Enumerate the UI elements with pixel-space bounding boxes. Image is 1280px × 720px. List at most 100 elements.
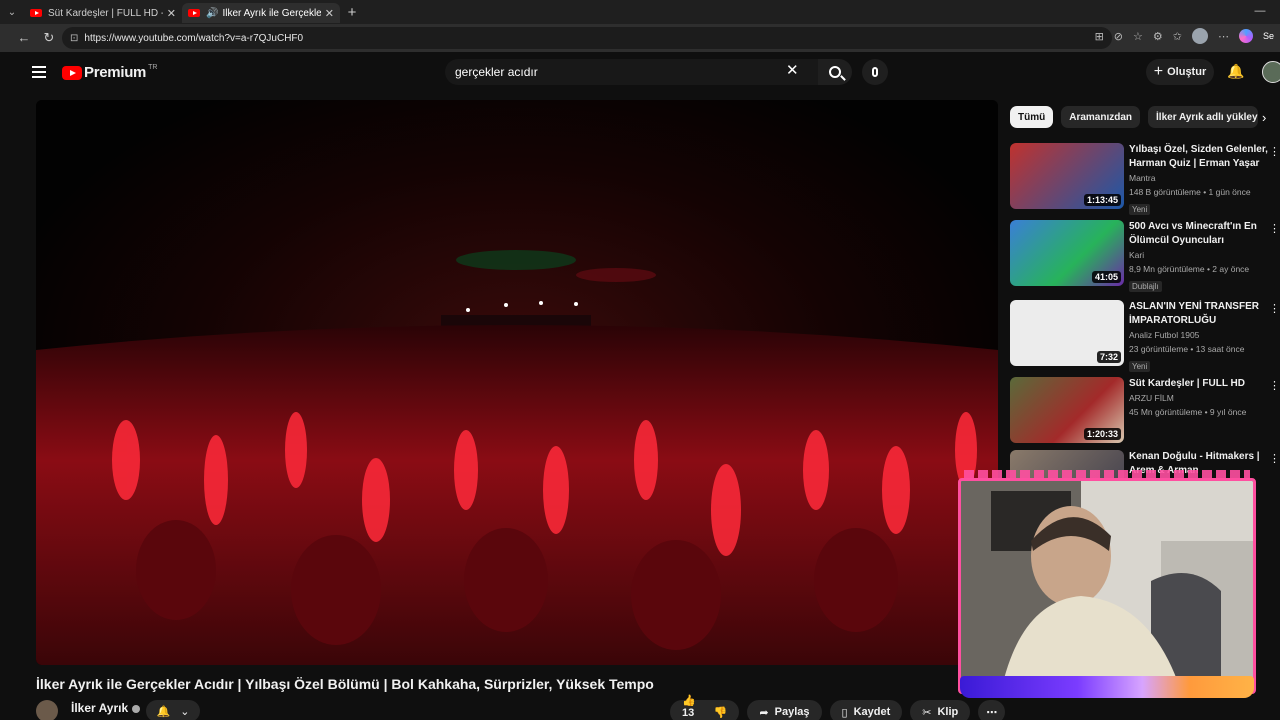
notifications-bell-icon[interactable]: 🔔	[1227, 63, 1244, 80]
video-thumbnail[interactable]: 7:32	[1010, 300, 1124, 366]
scissors-icon: ✂	[922, 706, 932, 719]
chip-all[interactable]: Tümü	[1010, 106, 1054, 128]
duration-badge: 41:05	[1091, 271, 1121, 283]
dislike-icon[interactable]: 👎	[714, 706, 728, 719]
more-vert-icon[interactable]: ⋮	[1269, 379, 1280, 392]
favorites-icon[interactable]: ✩	[1173, 30, 1182, 43]
tracking-prevention-icon[interactable]: ⊘	[1114, 30, 1123, 43]
rec-meta: 23 görüntüleme • 13 saat önce	[1129, 344, 1245, 354]
rec-info: 500 Avcı vs Minecraft'ın En Ölümcül Oyun…	[1129, 220, 1269, 294]
search-icon	[829, 66, 841, 78]
more-menu-icon[interactable]: ⋯	[1218, 30, 1229, 43]
list-item[interactable]: 1:13:45 Yılbaşı Özel, Sizden Gelenler, H…	[1010, 143, 1280, 215]
rec-channel[interactable]: Analiz Futbol 1905	[1129, 328, 1269, 342]
close-icon[interactable]: ✕	[167, 7, 176, 20]
new-tab-icon[interactable]: +	[340, 4, 364, 21]
rec-title[interactable]: ASLAN'IN YENİ TRANSFER İMPARATORLUĞU YIL…	[1129, 300, 1269, 328]
rec-info: Süt Kardeşler | FULL HD ARZU FİLM 45 Mn …	[1129, 377, 1269, 419]
save-button[interactable]: ▯ Kaydet	[829, 700, 903, 720]
minimize-icon[interactable]: —	[1240, 0, 1280, 24]
speaker-icon[interactable]: 🔊	[206, 8, 218, 19]
youtube-favicon-icon	[30, 9, 42, 17]
rec-channel[interactable]: Kari	[1129, 248, 1269, 262]
webcam-overlay	[954, 470, 1260, 702]
new-badge: Yeni	[1129, 204, 1151, 215]
more-vert-icon[interactable]: ⋮	[1269, 222, 1280, 235]
site-info-icon[interactable]: ⊡	[70, 33, 78, 44]
url-field[interactable]: ⊡ https://www.youtube.com/watch?v=a-r7QJ…	[62, 27, 1112, 49]
duration-badge: 7:32	[1096, 351, 1121, 363]
logo-region: TR	[148, 64, 158, 71]
youtube-premium-logo[interactable]: Premium TR	[62, 64, 157, 81]
webcam-image	[961, 481, 1253, 691]
duration-badge: 1:13:45	[1083, 194, 1121, 206]
voice-search-button[interactable]	[862, 59, 888, 85]
profile-avatar[interactable]	[1191, 28, 1208, 44]
search-input[interactable]: gerçekler acıdır	[445, 59, 818, 85]
like-button[interactable]: 👍 13 B	[682, 694, 696, 720]
channel-name[interactable]: İlker Ayrık	[71, 701, 141, 715]
rec-title[interactable]: Yılbaşı Özel, Sizden Gelenler, Harman Qu…	[1129, 143, 1269, 171]
video-thumbnail[interactable]: 41:05	[1010, 220, 1124, 286]
rec-title[interactable]: Süt Kardeşler | FULL HD	[1129, 377, 1269, 391]
more-vert-icon[interactable]: ⋮	[1269, 145, 1280, 158]
share-label: Paylaş	[774, 706, 810, 718]
copilot-label: Se	[1262, 31, 1274, 41]
rec-info: ASLAN'IN YENİ TRANSFER İMPARATORLUĞU YIL…	[1129, 300, 1269, 374]
browser-toolbar-icons: ⊞ ⊘ ☆ ⚙ ✩ ⋯ Se	[1095, 28, 1274, 44]
window-controls: —	[1240, 0, 1280, 24]
like-count: 13 B	[682, 706, 695, 720]
tab-title: İlker Ayrık ile Gerçekler Acıdır	[222, 7, 321, 19]
hamburger-menu-icon[interactable]	[32, 66, 46, 78]
favorite-star-icon[interactable]: ☆	[1133, 30, 1143, 43]
reload-icon[interactable]: ↻	[37, 30, 61, 46]
extensions-icon[interactable]: ⚙	[1153, 30, 1163, 43]
rec-meta: 148 B görüntüleme • 1 gün önce	[1129, 187, 1251, 197]
tab-list-chevron-icon[interactable]: ⌄	[0, 0, 24, 24]
create-button[interactable]: + Oluştur	[1146, 59, 1214, 85]
search-value: gerçekler acıdır	[455, 65, 538, 79]
logo-text: Premium	[84, 64, 147, 81]
rec-info: Yılbaşı Özel, Sizden Gelenler, Harman Qu…	[1129, 143, 1269, 217]
subscription-button[interactable]: 🔔 ⌄	[146, 700, 200, 720]
close-icon[interactable]: ✕	[325, 7, 334, 20]
tab-title: Süt Kardeşler | FULL HD - YouTube	[48, 7, 163, 19]
copilot-icon[interactable]	[1238, 29, 1253, 43]
list-item[interactable]: 7:32 ASLAN'IN YENİ TRANSFER İMPARATORLUĞ…	[1010, 300, 1280, 372]
search-button[interactable]	[818, 59, 852, 85]
share-icon: ➦	[759, 706, 769, 719]
rec-channel[interactable]: Mantra	[1129, 171, 1269, 185]
app-install-icon[interactable]: ⊞	[1095, 30, 1104, 43]
chevron-down-icon: ⌄	[180, 705, 190, 718]
chip-from-search[interactable]: Aramanızdan	[1061, 106, 1141, 128]
rec-title[interactable]: 500 Avcı vs Minecraft'ın En Ölümcül Oyun…	[1129, 220, 1269, 248]
channel-avatar[interactable]	[36, 700, 58, 720]
bookmark-icon: ▯	[841, 706, 848, 719]
youtube-header: Premium TR gerçekler acıdır ✕ + Oluştur …	[12, 52, 1280, 94]
channel-name-text: İlker Ayrık	[71, 701, 129, 715]
clear-search-icon[interactable]: ✕	[786, 63, 799, 78]
video-thumbnail[interactable]: 1:20:33	[1010, 377, 1124, 443]
more-vert-icon[interactable]: ⋮	[1269, 302, 1280, 315]
youtube-favicon-icon	[188, 9, 200, 17]
video-thumbnail[interactable]: 1:13:45	[1010, 143, 1124, 209]
chevron-right-icon[interactable]: ›	[1262, 110, 1266, 125]
tab-sut-kardesler[interactable]: Süt Kardeşler | FULL HD - YouTube ✕	[24, 3, 182, 23]
rec-channel[interactable]: ARZU FİLM	[1129, 391, 1269, 405]
video-player[interactable]	[36, 100, 998, 665]
share-button[interactable]: ➦ Paylaş	[747, 700, 822, 720]
filter-chips: Tümü Aramanızdan İlker Ayrık adlı yükley…	[1010, 106, 1259, 130]
back-icon[interactable]: ←	[12, 30, 36, 45]
list-item[interactable]: 1:20:33 Süt Kardeşler | FULL HD ARZU FİL…	[1010, 377, 1280, 447]
tab-gercekler-acidir[interactable]: 🔊 İlker Ayrık ile Gerçekler Acıdır ✕	[182, 3, 340, 23]
clip-label: Klip	[937, 706, 959, 718]
chip-uploader[interactable]: İlker Ayrık adlı yükleyici	[1148, 106, 1259, 128]
more-actions-button[interactable]: ⋯	[978, 700, 1006, 720]
list-item[interactable]: 41:05 500 Avcı vs Minecraft'ın En Ölümcü…	[1010, 220, 1280, 292]
url-text: https://www.youtube.com/watch?v=a-r7QJuC…	[84, 32, 304, 44]
account-avatar[interactable]	[1262, 61, 1280, 83]
more-vert-icon[interactable]: ⋮	[1269, 452, 1280, 465]
clip-button[interactable]: ✂ Klip	[910, 700, 971, 720]
bell-icon: 🔔	[156, 705, 171, 718]
microphone-icon	[872, 67, 878, 77]
